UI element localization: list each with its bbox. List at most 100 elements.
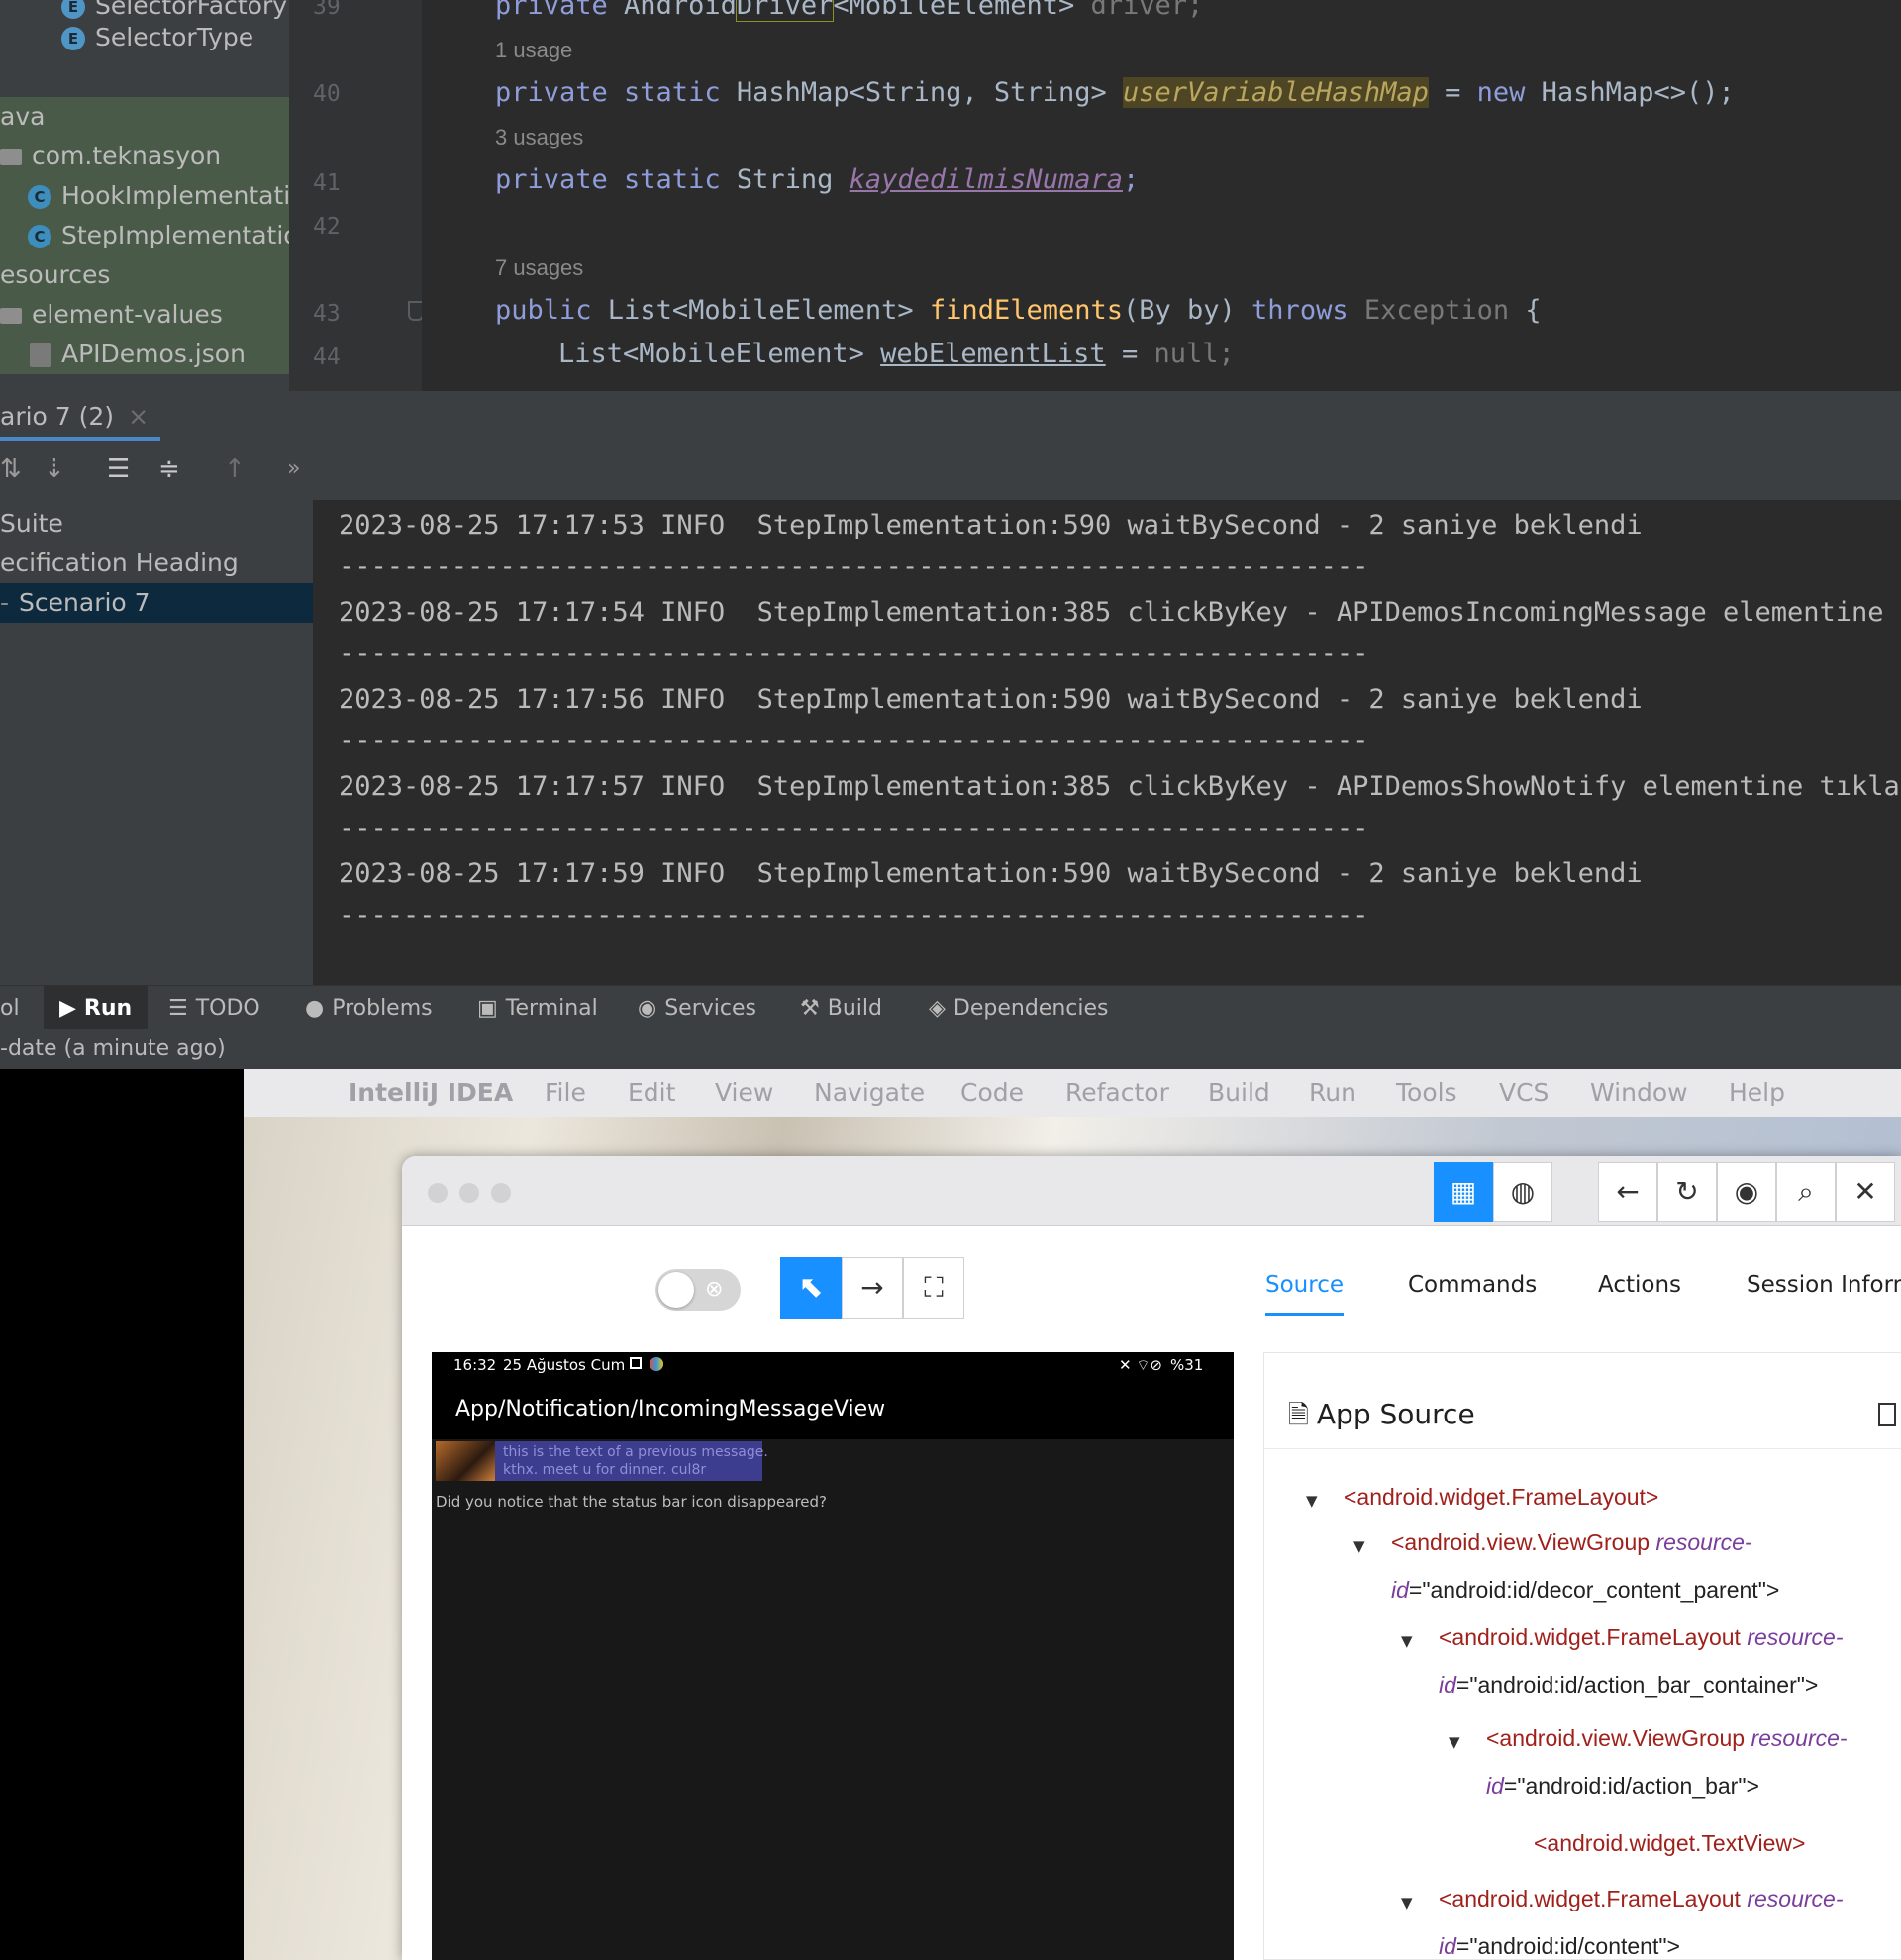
tab-session-information[interactable]: Session Inform xyxy=(1747,1257,1901,1313)
copy-xml-icon[interactable] xyxy=(1878,1403,1896,1426)
panel-divider xyxy=(1264,1448,1901,1449)
menu-edit[interactable]: Edit xyxy=(628,1069,675,1117)
caret-down-icon[interactable]: ▼ xyxy=(1353,1537,1365,1555)
caret-down-icon[interactable]: ▼ xyxy=(1401,1632,1413,1650)
usage-hint[interactable]: 7 usages xyxy=(495,255,583,281)
xml-node[interactable]: <android.widget.FrameLayout> xyxy=(1344,1484,1658,1511)
minimize-dot[interactable] xyxy=(459,1183,479,1203)
menu-vcs[interactable]: VCS xyxy=(1499,1069,1549,1117)
phone-body-text: Did you notice that the status bar icon … xyxy=(436,1493,828,1511)
native-mode-button[interactable]: ▦ xyxy=(1434,1162,1493,1222)
tree-item-apidemos-json[interactable]: APIDemos.json xyxy=(0,335,289,374)
screenshot-toggle[interactable]: ⊗ xyxy=(655,1269,741,1311)
swipe-button[interactable]: → xyxy=(842,1257,903,1319)
message-avatar xyxy=(436,1441,495,1481)
line-number: 40 xyxy=(313,81,341,107)
more-icon[interactable]: » xyxy=(287,456,300,481)
run-config-tab[interactable]: ario 7 (2) × xyxy=(0,391,149,442)
usage-hint[interactable]: 3 usages xyxy=(495,125,583,150)
xml-node[interactable]: <android.widget.FrameLayout resource- xyxy=(1439,1886,1843,1912)
tree-item-element-values[interactable]: element-values xyxy=(0,295,289,335)
menu-run[interactable]: Run xyxy=(1309,1069,1356,1117)
log-line: 2023-08-25 17:17:54 INFO StepImplementat… xyxy=(339,597,1901,628)
tab-commands[interactable]: Commands xyxy=(1408,1257,1537,1313)
log-line: 2023-08-25 17:17:56 INFO StepImplementat… xyxy=(339,684,1643,715)
caret-down-icon[interactable]: ▼ xyxy=(1449,1733,1460,1751)
close-circle-icon: ⊗ xyxy=(705,1277,724,1302)
menu-navigate[interactable]: Navigate xyxy=(814,1069,925,1117)
xml-node-cont[interactable]: id="android:id/action_bar"> xyxy=(1486,1773,1759,1800)
menu-app-name[interactable]: IntelliJ IDEA xyxy=(349,1069,513,1117)
code-line-39: private AndroidDriver<MobileElement> dri… xyxy=(495,0,1203,22)
tab-source[interactable]: Source xyxy=(1265,1257,1344,1316)
close-dot[interactable] xyxy=(428,1183,448,1203)
test-node-scenario[interactable]: - Scenario 7 xyxy=(0,583,313,623)
caret-down-icon[interactable]: ▼ xyxy=(1306,1492,1318,1510)
tab-build[interactable]: ⚒ Build xyxy=(800,986,882,1030)
mac-menu-bar: IntelliJ IDEA File Edit View Navigate Co… xyxy=(244,1069,1901,1117)
sort-duration-icon[interactable]: ⇣ xyxy=(44,454,65,484)
menu-tools[interactable]: Tools xyxy=(1396,1069,1457,1117)
tree-item-package[interactable]: com.teknasyon xyxy=(0,137,289,176)
menu-code[interactable]: Code xyxy=(960,1069,1024,1117)
eye-icon: ◉ xyxy=(1734,1175,1759,1208)
xml-node[interactable]: <android.view.ViewGroup resource- xyxy=(1486,1725,1848,1752)
xml-node[interactable]: <android.widget.FrameLayout resource- xyxy=(1439,1624,1843,1651)
quit-session-button[interactable]: ✕ xyxy=(1836,1162,1895,1222)
web-mode-button[interactable]: ◍ xyxy=(1493,1162,1552,1222)
tab-problems[interactable]: ● Problems xyxy=(305,986,433,1030)
close-icon[interactable]: × xyxy=(128,402,149,431)
tab-todo[interactable]: ☰ TODO xyxy=(168,986,260,1030)
expand-all-icon[interactable]: ☰ xyxy=(107,454,130,484)
tree-line-icon: - xyxy=(0,588,10,617)
tab-run[interactable]: ▶ Run xyxy=(44,986,149,1030)
toggle-knob xyxy=(658,1272,694,1308)
tree-item-selectortype[interactable]: E SelectorType xyxy=(0,18,253,57)
code-editor[interactable]: private AndroidDriver<MobileElement> dri… xyxy=(422,0,1901,391)
xml-node-cont[interactable]: id="android:id/action_bar_container"> xyxy=(1439,1672,1818,1699)
menu-refactor[interactable]: Refactor xyxy=(1065,1069,1169,1117)
caret-down-icon[interactable]: ▼ xyxy=(1401,1894,1413,1911)
tree-item-stepimplementation[interactable]: C StepImplementatio xyxy=(0,216,289,255)
run-tab-bar: ario 7 (2) × xyxy=(0,391,1901,443)
close-icon: ✕ xyxy=(1853,1175,1877,1208)
refresh-button[interactable]: ↻ xyxy=(1657,1162,1717,1222)
device-screenshot[interactable]: 16:32 25 Ağustos Cum ✕ ⌔⊘ %31 App/Notifi… xyxy=(432,1352,1234,1960)
refresh-icon: ↻ xyxy=(1675,1175,1699,1208)
line-number: 44 xyxy=(313,344,341,370)
test-node-suite[interactable]: Suite xyxy=(0,504,63,543)
app-source-panel: 🗎 App Source ▼ <android.widget.FrameLayou… xyxy=(1263,1352,1901,1960)
test-node-spec[interactable]: ecification Heading xyxy=(0,543,239,583)
select-elements-button[interactable]: ⬉ xyxy=(780,1257,842,1319)
menu-help[interactable]: Help xyxy=(1729,1069,1785,1117)
menu-view[interactable]: View xyxy=(715,1069,773,1117)
class-icon: C xyxy=(28,185,51,209)
menu-file[interactable]: File xyxy=(545,1069,586,1117)
zoom-dot[interactable] xyxy=(491,1183,511,1203)
tab-dependencies[interactable]: ◈ Dependencies xyxy=(929,986,1109,1030)
menu-window[interactable]: Window xyxy=(1590,1069,1688,1117)
tab-services[interactable]: ◉ Services xyxy=(638,986,756,1030)
collapse-all-icon[interactable]: ≑ xyxy=(158,454,180,484)
console-output[interactable]: 2023-08-25 17:17:53 INFO StepImplementat… xyxy=(313,500,1901,985)
arrow-up-icon[interactable]: ↑ xyxy=(224,454,246,484)
tree-item-java[interactable]: ava xyxy=(0,97,289,137)
tree-item-hookimplementation[interactable]: C HookImplementatio xyxy=(0,176,289,216)
tap-coordinates-button[interactable]: ⛶ xyxy=(903,1257,964,1319)
xml-node-cont[interactable]: id="android:id/decor_content_parent"> xyxy=(1391,1577,1779,1604)
tab-terminal[interactable]: ▣ Terminal xyxy=(477,986,598,1030)
search-button[interactable]: ⌕ xyxy=(1776,1162,1836,1222)
xml-node[interactable]: <android.widget.TextView> xyxy=(1534,1830,1805,1857)
sort-alpha-icon[interactable]: ⇅ xyxy=(0,454,22,484)
log-separator: ----------------------------------------… xyxy=(339,813,1369,843)
menu-build[interactable]: Build xyxy=(1208,1069,1270,1117)
xml-node-cont[interactable]: id="android:id/content"> xyxy=(1439,1933,1680,1959)
xml-node[interactable]: <android.view.ViewGroup resource- xyxy=(1391,1529,1752,1556)
tree-item-resources[interactable]: esources xyxy=(0,255,289,295)
toggle-visibility-button[interactable]: ◉ xyxy=(1717,1162,1776,1222)
tab-actions[interactable]: Actions xyxy=(1598,1257,1681,1313)
usage-hint[interactable]: 1 usage xyxy=(495,38,572,63)
tab-tool[interactable]: ol xyxy=(0,986,20,1030)
back-button[interactable]: ← xyxy=(1598,1162,1657,1222)
notification-icon xyxy=(630,1357,642,1369)
